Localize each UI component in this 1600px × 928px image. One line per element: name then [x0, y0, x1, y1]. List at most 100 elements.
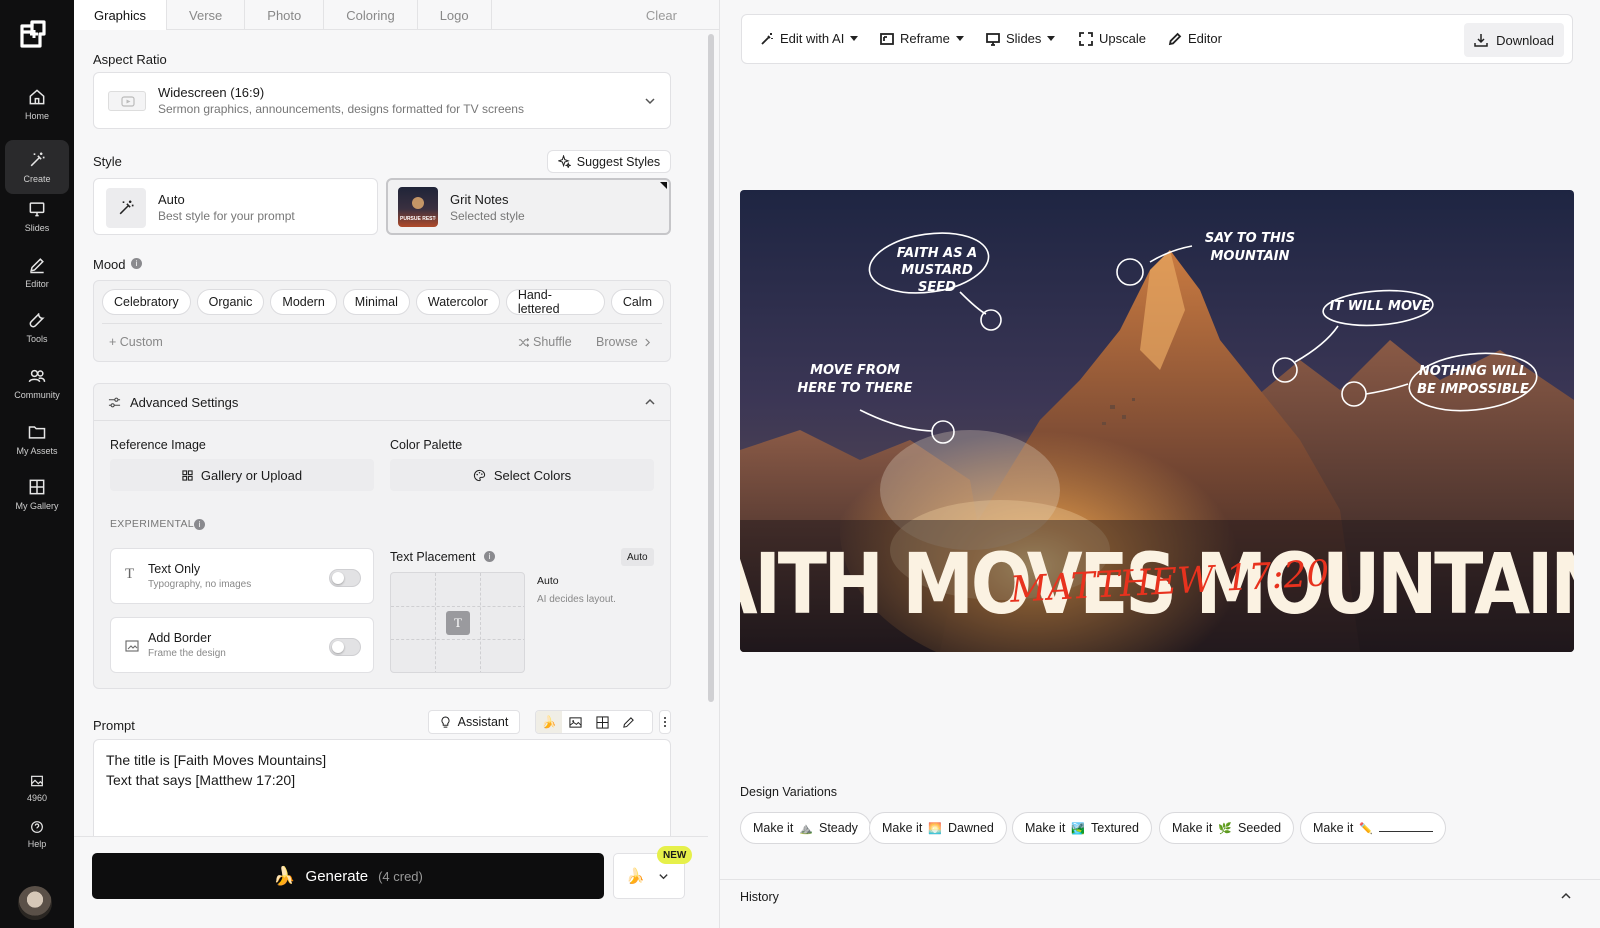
wand-icon: [761, 32, 773, 45]
variation-steady[interactable]: Make it ⛰️ Steady: [740, 812, 871, 844]
info-icon[interactable]: i: [484, 551, 495, 562]
info-icon[interactable]: i: [131, 258, 142, 269]
nav-create[interactable]: Create: [5, 140, 69, 194]
tab-coloring[interactable]: Coloring: [324, 0, 418, 30]
prompt-line-2: Text that says [Matthew 17:20]: [106, 772, 296, 788]
image-icon[interactable]: [569, 716, 582, 729]
nav-my-assets[interactable]: My Assets: [5, 412, 69, 466]
mood-pill-organic[interactable]: Organic: [196, 289, 265, 315]
aspect-ratio-select[interactable]: Widescreen (16:9) Sermon graphics, annou…: [93, 72, 671, 129]
herb-emoji-icon: 🌿: [1218, 822, 1232, 835]
pencil-icon[interactable]: [622, 716, 635, 729]
more-options-button[interactable]: [659, 710, 671, 734]
tab-verse[interactable]: Verse: [167, 0, 246, 30]
nav-editor-label: Editor: [25, 279, 49, 289]
style-option-auto[interactable]: Auto Best style for your prompt: [93, 178, 378, 235]
generate-button[interactable]: 🍌 Generate (4 cred): [92, 853, 604, 899]
mood-pill-celebratory[interactable]: Celebratory: [102, 289, 191, 315]
tab-photo[interactable]: Photo: [245, 0, 325, 30]
pencil-icon: [1168, 32, 1182, 45]
nav-editor[interactable]: Editor: [5, 245, 69, 299]
history-label[interactable]: History: [740, 890, 779, 904]
upscale-button[interactable]: Upscale: [1079, 31, 1146, 46]
variation-blank-input[interactable]: [1379, 824, 1433, 832]
variation-custom[interactable]: Make it ✏️: [1300, 812, 1446, 844]
banana-icon: 🍌: [273, 865, 296, 886]
chevron-right-icon: [645, 338, 650, 346]
avatar[interactable]: [18, 886, 52, 920]
editor-button[interactable]: Editor: [1168, 31, 1222, 46]
add-border-option[interactable]: Add Border Frame the design: [110, 617, 374, 673]
nav-home[interactable]: Home: [5, 77, 69, 131]
select-colors-button[interactable]: Select Colors: [390, 459, 654, 491]
text-only-option[interactable]: T Text Only Typography, no images: [110, 548, 374, 604]
variation-prefix: Make it: [1172, 821, 1213, 835]
variation-textured[interactable]: Make it 🏞️ Textured: [1012, 812, 1152, 844]
create-panel: Graphics Verse Photo Coloring Logo Clear…: [74, 0, 720, 928]
text-placement-grid[interactable]: T: [390, 572, 525, 673]
nav-my-gallery[interactable]: My Gallery: [5, 467, 69, 521]
reference-image-label: Reference Image: [110, 438, 206, 452]
variation-dawned[interactable]: Make it 🌅 Dawned: [869, 812, 1007, 844]
style-option-grit-notes[interactable]: PURSUE RESTORE Grit Notes Selected style: [386, 178, 671, 235]
clear-button[interactable]: Clear: [646, 8, 677, 23]
generate-cost: (4 cred): [378, 868, 423, 884]
advanced-settings-title: Advanced Settings: [130, 395, 239, 410]
mood-pill-watercolor[interactable]: Watercolor: [415, 289, 500, 315]
tab-graphics[interactable]: Graphics: [74, 0, 168, 30]
aspect-ratio-title: Widescreen (16:9): [158, 85, 265, 100]
banana-model-icon[interactable]: 🍌: [536, 711, 562, 733]
palette-icon: [473, 469, 485, 481]
variation-word: Steady: [819, 821, 858, 835]
nav-community-label: Community: [14, 390, 60, 400]
mood-pill-modern[interactable]: Modern: [270, 289, 337, 315]
aspect-ratio-label: Aspect Ratio: [93, 52, 167, 67]
note-it-will-move: IT WILL MOVE: [1325, 299, 1435, 314]
note-text-line: MOUNTAIN: [1210, 249, 1290, 264]
nav-tools[interactable]: Tools: [5, 300, 69, 354]
suggest-styles-button[interactable]: Suggest Styles: [547, 150, 671, 173]
text-only-toggle[interactable]: [329, 569, 361, 587]
sunrise-emoji-icon: 🌅: [928, 822, 942, 835]
nav-community[interactable]: Community: [5, 356, 69, 410]
edit-with-ai-button[interactable]: Edit with AI: [760, 31, 859, 46]
divider: [102, 323, 662, 324]
pencil-emoji-icon: ✏️: [1359, 822, 1373, 835]
variation-word: Seeded: [1238, 821, 1282, 835]
mood-pill-hand-lettered[interactable]: Hand-lettered: [505, 288, 605, 316]
assistant-button[interactable]: Assistant: [428, 710, 520, 734]
mood-pill-minimal[interactable]: Minimal: [342, 289, 410, 315]
advanced-settings-panel: Advanced Settings Reference Image Galler…: [93, 383, 671, 689]
credits-counter[interactable]: 4960: [5, 766, 69, 810]
note-mustard-seed: FAITH AS A MUSTARD SEED: [887, 245, 987, 296]
note-move-from-here: MOVE FROM HERE TO THERE: [795, 362, 915, 398]
prompt-textarea[interactable]: The title is [Faith Moves Mountains] Tex…: [93, 739, 671, 849]
nav-slides[interactable]: Slides: [5, 189, 69, 243]
generated-design-preview[interactable]: FAITH AS A MUSTARD SEED SAY TO THIS MOUN…: [740, 190, 1574, 652]
tab-logo[interactable]: Logo: [418, 0, 492, 30]
grid-icon[interactable]: [596, 716, 609, 729]
mood-pill-calm[interactable]: Calm: [610, 289, 664, 315]
note-text-line: BE IMPOSSIBLE: [1417, 382, 1529, 397]
experimental-label: EXPERIMENTAL: [110, 518, 194, 530]
info-icon[interactable]: i: [194, 519, 205, 530]
download-button[interactable]: Download: [1464, 23, 1564, 57]
app-logo-icon[interactable]: [18, 18, 50, 50]
mood-shuffle-button[interactable]: Shuffle: [518, 335, 572, 349]
chevron-up-icon[interactable]: [1560, 890, 1572, 902]
chevron-down-icon: [645, 98, 655, 105]
variation-seeded[interactable]: Make it 🌿 Seeded: [1159, 812, 1295, 844]
slides-button[interactable]: Slides: [986, 31, 1056, 46]
advanced-settings-header[interactable]: Advanced Settings: [94, 384, 670, 421]
variation-prefix: Make it: [1025, 821, 1066, 835]
mood-browse-button[interactable]: Browse: [596, 335, 651, 349]
aspect-ratio-desc: Sermon graphics, announcements, designs …: [158, 102, 524, 116]
add-border-toggle[interactable]: [329, 638, 361, 656]
gallery-upload-button[interactable]: Gallery or Upload: [110, 459, 374, 491]
folder-icon: [28, 426, 46, 439]
pencil-icon: [30, 258, 44, 274]
mood-custom-button[interactable]: + Custom: [109, 335, 163, 349]
reframe-button[interactable]: Reframe: [880, 31, 964, 46]
scrollbar[interactable]: [708, 34, 714, 702]
nav-help[interactable]: Help: [5, 812, 69, 856]
